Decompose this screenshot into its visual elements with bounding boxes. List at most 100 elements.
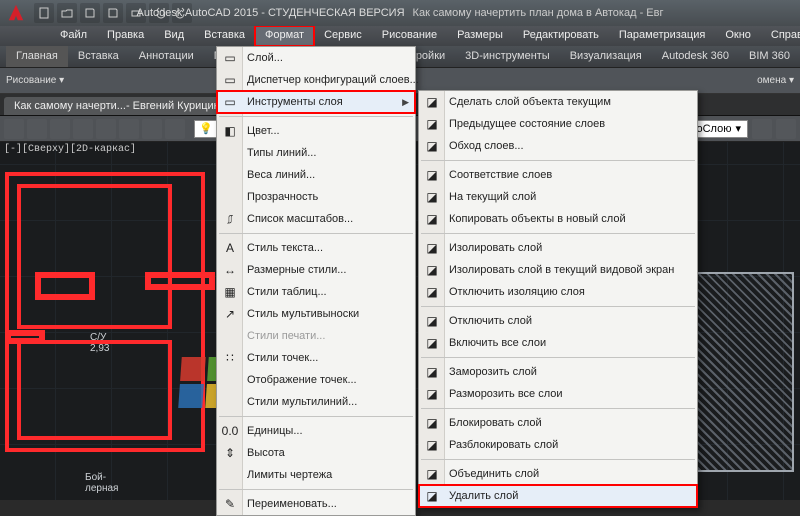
menu-item[interactable]: ▭Диспетчер конфигураций слоев...	[217, 69, 415, 91]
menu-item[interactable]: ↗Стиль мультивыноски	[217, 303, 415, 325]
ribbon-tab[interactable]: Autodesk 360	[652, 46, 739, 67]
menu-item[interactable]: ◪Копировать объекты в новый слой	[419, 208, 697, 230]
menu-separator	[219, 416, 413, 417]
tool-icon[interactable]	[96, 119, 116, 139]
menu-item-icon: ✎	[220, 494, 240, 514]
menu-item-icon	[220, 465, 240, 485]
menu-item[interactable]: ◪На текущий слой	[419, 186, 697, 208]
tool-icon[interactable]	[50, 119, 70, 139]
menu-item-label: Слой...	[247, 52, 283, 64]
menu-item[interactable]: ▭Инструменты слоя▶	[217, 91, 415, 113]
menu-item[interactable]: ◪Соответствие слоев	[419, 164, 697, 186]
menu-item[interactable]: ✎Переименовать...	[217, 493, 415, 515]
menu-item[interactable]: ◪Изолировать слой	[419, 237, 697, 259]
qat-new-icon[interactable]	[34, 3, 54, 23]
qat-open-icon[interactable]	[57, 3, 77, 23]
menu-item[interactable]: ◪Включить все слои	[419, 332, 697, 354]
menu-item-label: Лимиты чертежа	[247, 469, 332, 481]
ribbon-tab[interactable]: Главная	[6, 46, 68, 67]
menu-item[interactable]: ⇕Высота	[217, 442, 415, 464]
menu-item[interactable]: ◪Предыдущее состояние слоев	[419, 113, 697, 135]
menu-separator	[421, 408, 695, 409]
ribbon-tab[interactable]: Визуализация	[560, 46, 652, 67]
tool-icon[interactable]	[119, 119, 139, 139]
menu-item[interactable]: 0.0Единицы...	[217, 420, 415, 442]
menu-item[interactable]: ◪Разблокировать слой	[419, 434, 697, 456]
menu-item: Стили печати...	[217, 325, 415, 347]
menu-item-label: Стиль текста...	[247, 242, 323, 254]
menu-item[interactable]: Прозрачность	[217, 186, 415, 208]
menu-item-icon	[220, 187, 240, 207]
panel-draw-label[interactable]: Рисование ▾	[6, 75, 64, 86]
menu-окно[interactable]: Окно	[715, 26, 761, 46]
tool-icon[interactable]	[27, 119, 47, 139]
ribbon-tab[interactable]: Вставка	[68, 46, 129, 67]
menu-item[interactable]: ◧Цвет...	[217, 120, 415, 142]
menu-item[interactable]: ◪Обход слоев...	[419, 135, 697, 157]
tool-icon[interactable]	[752, 119, 772, 139]
menu-файл[interactable]: Файл	[50, 26, 97, 46]
menu-сервис[interactable]: Сервис	[314, 26, 372, 46]
menu-редактировать[interactable]: Редактировать	[513, 26, 609, 46]
menu-item-label: Стили таблиц...	[247, 286, 327, 298]
ribbon-tab[interactable]: Аннотации	[129, 46, 204, 67]
menu-item-label: Диспетчер конфигураций слоев...	[247, 74, 419, 86]
tool-icon[interactable]	[73, 119, 93, 139]
menu-item[interactable]: ◪Удалить слой	[419, 485, 697, 507]
menu-item[interactable]: ◪ Блокировать слой	[419, 412, 697, 434]
app-logo-icon[interactable]	[4, 1, 28, 25]
chevron-down-icon: ▾	[735, 122, 741, 135]
menu-item-icon: ◪	[422, 413, 442, 433]
menu-item[interactable]: ↔Размерные стили...	[217, 259, 415, 281]
tool-icon[interactable]	[165, 119, 185, 139]
doc-title: Как самому начертить план дома в Автокад…	[413, 7, 664, 19]
viewport-label[interactable]: [-][Сверху][2D-каркас]	[4, 144, 136, 155]
menu-item[interactable]: Стили мультилиний...	[217, 391, 415, 413]
menu-справка[interactable]: Справка	[761, 26, 800, 46]
menu-item[interactable]: ⎎Список масштабов...	[217, 208, 415, 230]
menu-item[interactable]: Лимиты чертежа	[217, 464, 415, 486]
ribbon-tab[interactable]: BIM 360	[739, 46, 800, 67]
menu-item[interactable]: ◪Изолировать слой в текущий видовой экра…	[419, 259, 697, 281]
qat-saveas-icon[interactable]	[103, 3, 123, 23]
menu-размеры[interactable]: Размеры	[447, 26, 513, 46]
menu-item-icon: ◪	[422, 362, 442, 382]
menu-item[interactable]: ◪Сделать слой объекта текущим	[419, 91, 697, 113]
menu-item[interactable]: Отображение точек...	[217, 369, 415, 391]
menu-item[interactable]: Веса линий...	[217, 164, 415, 186]
menu-item[interactable]: ◪Разморозить все слои	[419, 383, 697, 405]
panel-right-label[interactable]: омена ▾	[757, 75, 794, 86]
menu-item[interactable]: Типы линий...	[217, 142, 415, 164]
menu-правка[interactable]: Правка	[97, 26, 154, 46]
menu-separator	[421, 459, 695, 460]
menu-item[interactable]: ∷Стили точек...	[217, 347, 415, 369]
tool-icon[interactable]	[776, 119, 796, 139]
tool-icon[interactable]	[4, 119, 24, 139]
menu-item-icon	[220, 165, 240, 185]
menu-item-label: Стиль мультивыноски	[247, 308, 359, 320]
menu-item[interactable]: ▦Стили таблиц...	[217, 281, 415, 303]
menu-формат[interactable]: Формат	[255, 26, 314, 46]
menu-параметризация[interactable]: Параметризация	[609, 26, 715, 46]
menu-item[interactable]: ◪Заморозить слой	[419, 361, 697, 383]
tool-icon[interactable]	[142, 119, 162, 139]
menu-separator	[421, 357, 695, 358]
menu-item[interactable]: ◪Отключить изоляцию слоя	[419, 281, 697, 303]
menu-вставка[interactable]: Вставка	[194, 26, 255, 46]
menu-item[interactable]: ▭Слой...	[217, 47, 415, 69]
document-tab[interactable]: Как самому начерти...- Евгений Курицин* …	[4, 97, 246, 115]
menu-item[interactable]: ◪Отключить слой	[419, 310, 697, 332]
menu-item-icon: ◪	[422, 136, 442, 156]
menu-item-label: Единицы...	[247, 425, 303, 437]
menu-рисование[interactable]: Рисование	[372, 26, 447, 46]
menu-item-icon: ◪	[422, 114, 442, 134]
menu-вид[interactable]: Вид	[154, 26, 194, 46]
qat-save-icon[interactable]	[80, 3, 100, 23]
menu-item[interactable]: AСтиль текста...	[217, 237, 415, 259]
menu-item-label: Блокировать слой	[449, 417, 542, 429]
menu-item-label: Разморозить все слои	[449, 388, 563, 400]
menu-item[interactable]: ◪Объединить слой	[419, 463, 697, 485]
ribbon-tab[interactable]: 3D-инструменты	[455, 46, 560, 67]
menu-item-label: Сделать слой объекта текущим	[449, 96, 611, 108]
menu-item-label: Прозрачность	[247, 191, 318, 203]
